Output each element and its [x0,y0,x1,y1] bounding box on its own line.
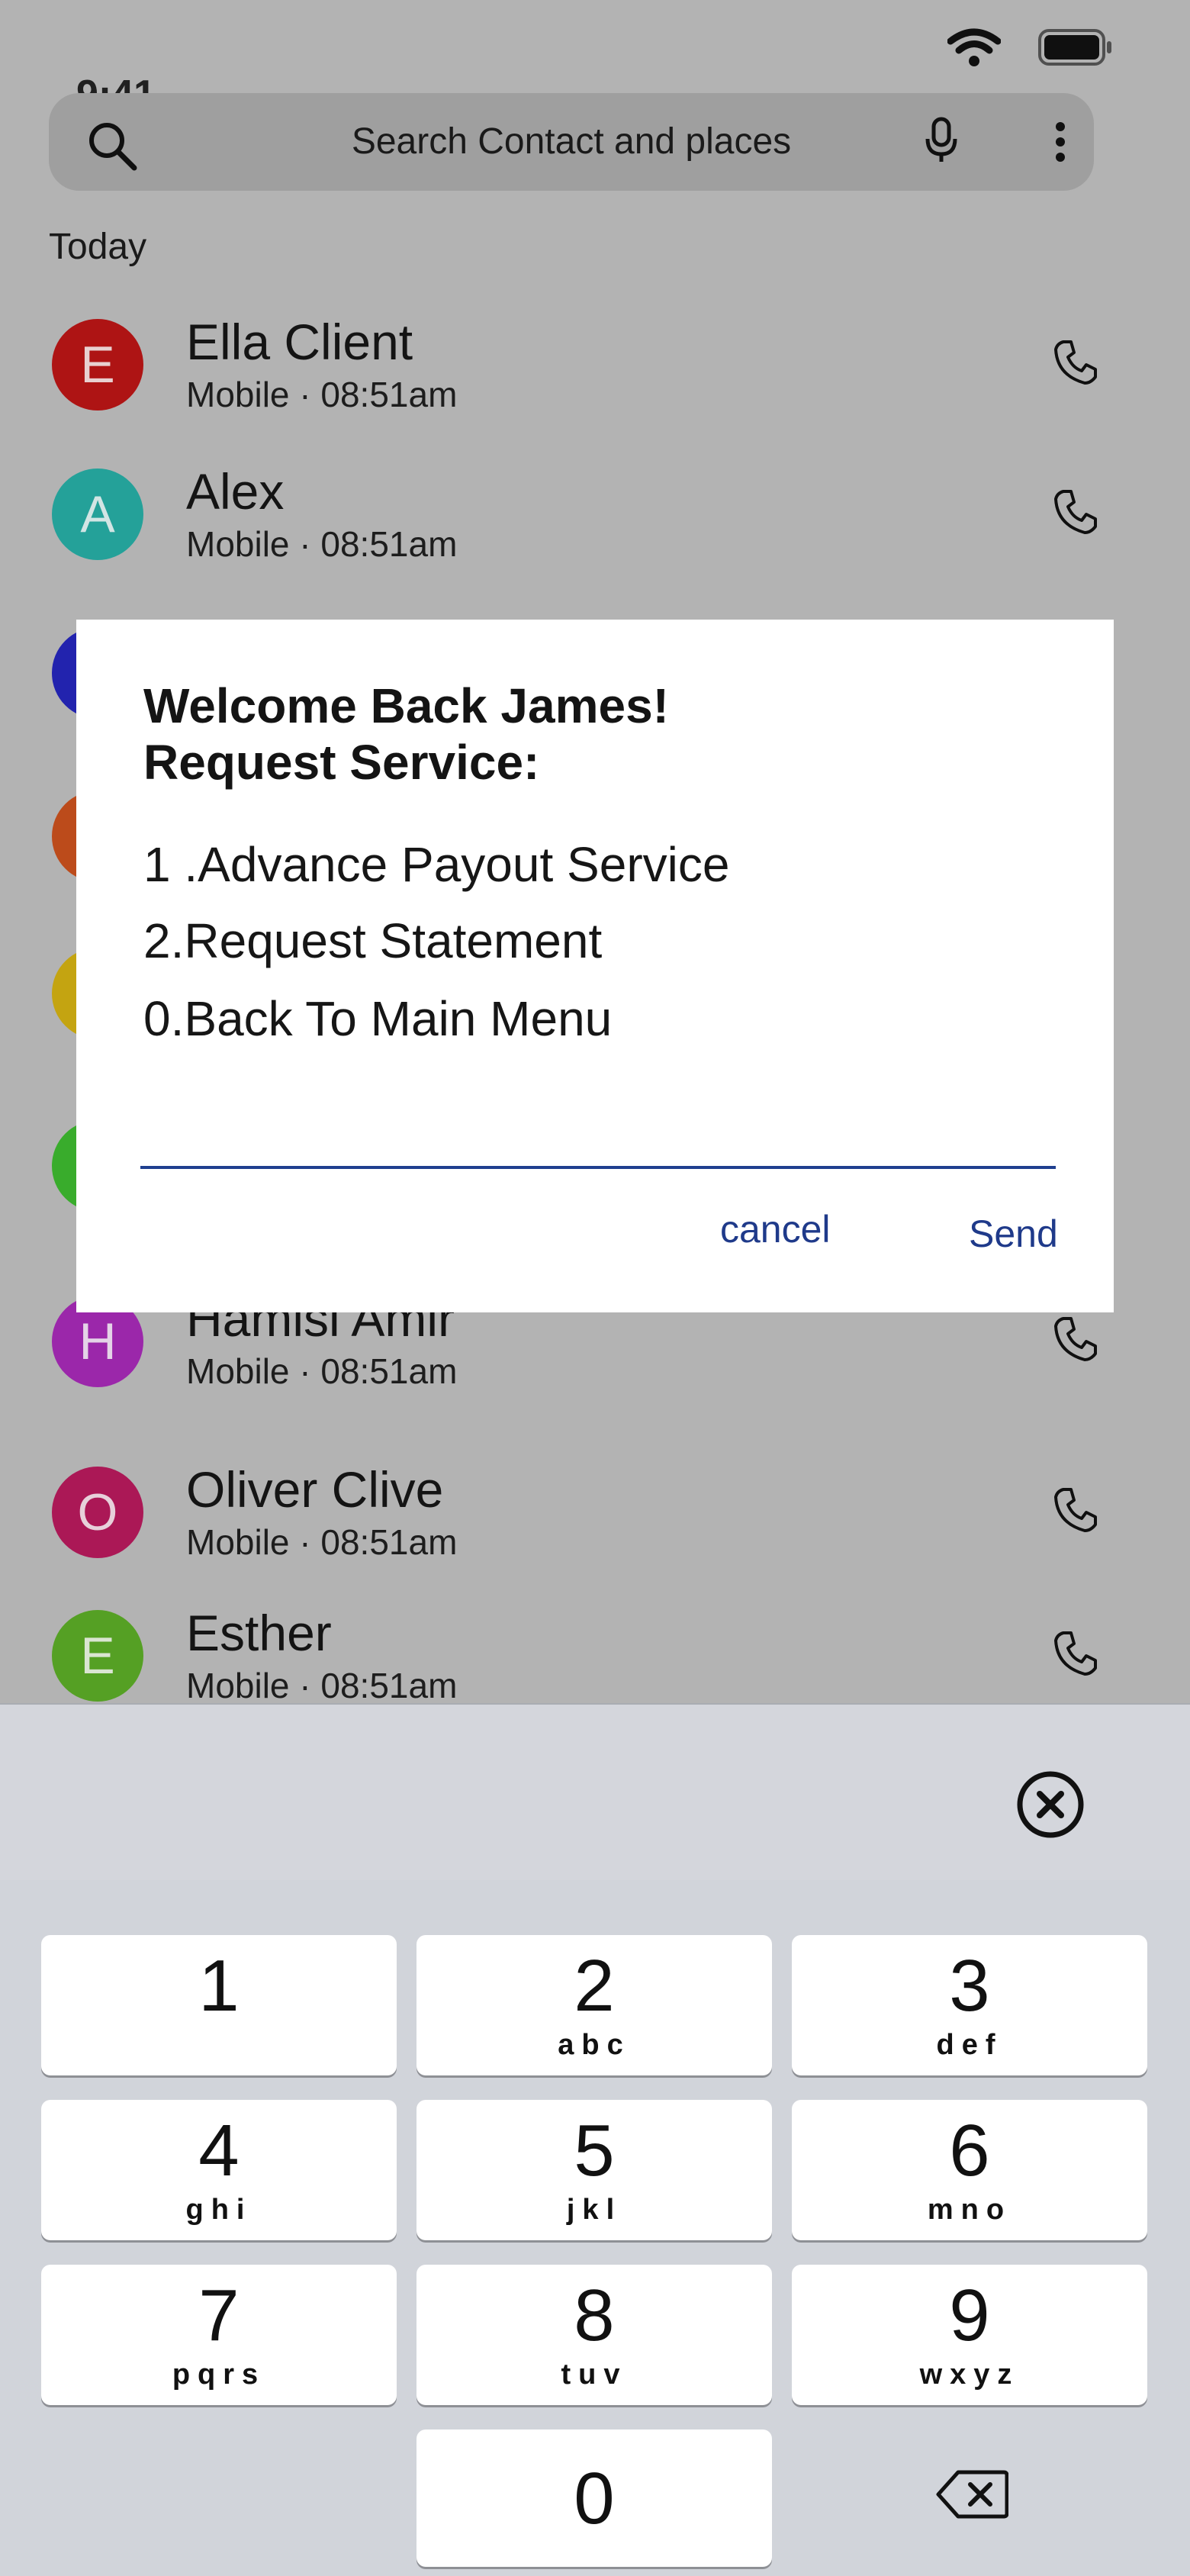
key-digit: 6 [949,2110,990,2191]
key-5[interactable]: 5 jkl [416,2100,772,2240]
key-letters: wxyz [919,2359,1020,2391]
menu-option-back-to-main: 0.Back To Main Menu [143,991,613,1046]
keyboard-toolbar [0,1705,1190,1880]
key-letters: ghi [185,2194,252,2226]
key-7[interactable]: 7 pqrs [41,2265,397,2405]
key-digit: 7 [198,2275,240,2356]
backspace-icon[interactable] [935,2469,1008,2520]
key-digit: 2 [574,1945,615,2027]
key-digit: 3 [949,1945,990,2027]
key-letters: abc [558,2029,631,2061]
menu-option-request-statement: 2.Request Statement [143,913,603,968]
key-2[interactable]: 2 abc [416,1935,772,2075]
key-3[interactable]: 3 def [792,1935,1147,2075]
ussd-response-input[interactable] [140,1105,1056,1169]
key-letters: pqrs [172,2359,266,2391]
key-6[interactable]: 6 mno [792,2100,1147,2240]
key-digit: 9 [949,2275,990,2356]
key-letters: jkl [566,2194,622,2226]
dialer-screen: 9:41 Search Contact and places Today E E… [0,0,1190,2576]
clear-circle-icon[interactable] [1016,1770,1085,1839]
send-button[interactable]: Send [969,1212,1058,1256]
key-letters: mno [927,2194,1012,2226]
key-digit: 1 [198,1945,240,2027]
menu-option-advance-payout: 1 .Advance Payout Service [143,837,730,892]
key-digit: 8 [574,2275,615,2356]
key-1[interactable]: 1 [41,1935,397,2075]
key-9[interactable]: 9 wxyz [792,2265,1147,2405]
key-8[interactable]: 8 tuv [416,2265,772,2405]
dialog-greeting: Welcome Back James! [143,678,669,733]
key-letters: def [936,2029,1003,2061]
key-0[interactable]: 0 [416,2429,772,2567]
key-digit: 4 [198,2110,240,2191]
ussd-dialog: Welcome Back James! Request Service: 1 .… [76,620,1114,1312]
key-digit: 5 [574,2110,615,2191]
dialog-subtitle: Request Service: [143,735,540,790]
key-4[interactable]: 4 ghi [41,2100,397,2240]
cancel-button[interactable]: cancel [720,1207,831,1251]
key-digit: 0 [574,2458,615,2539]
key-letters: tuv [561,2359,628,2391]
